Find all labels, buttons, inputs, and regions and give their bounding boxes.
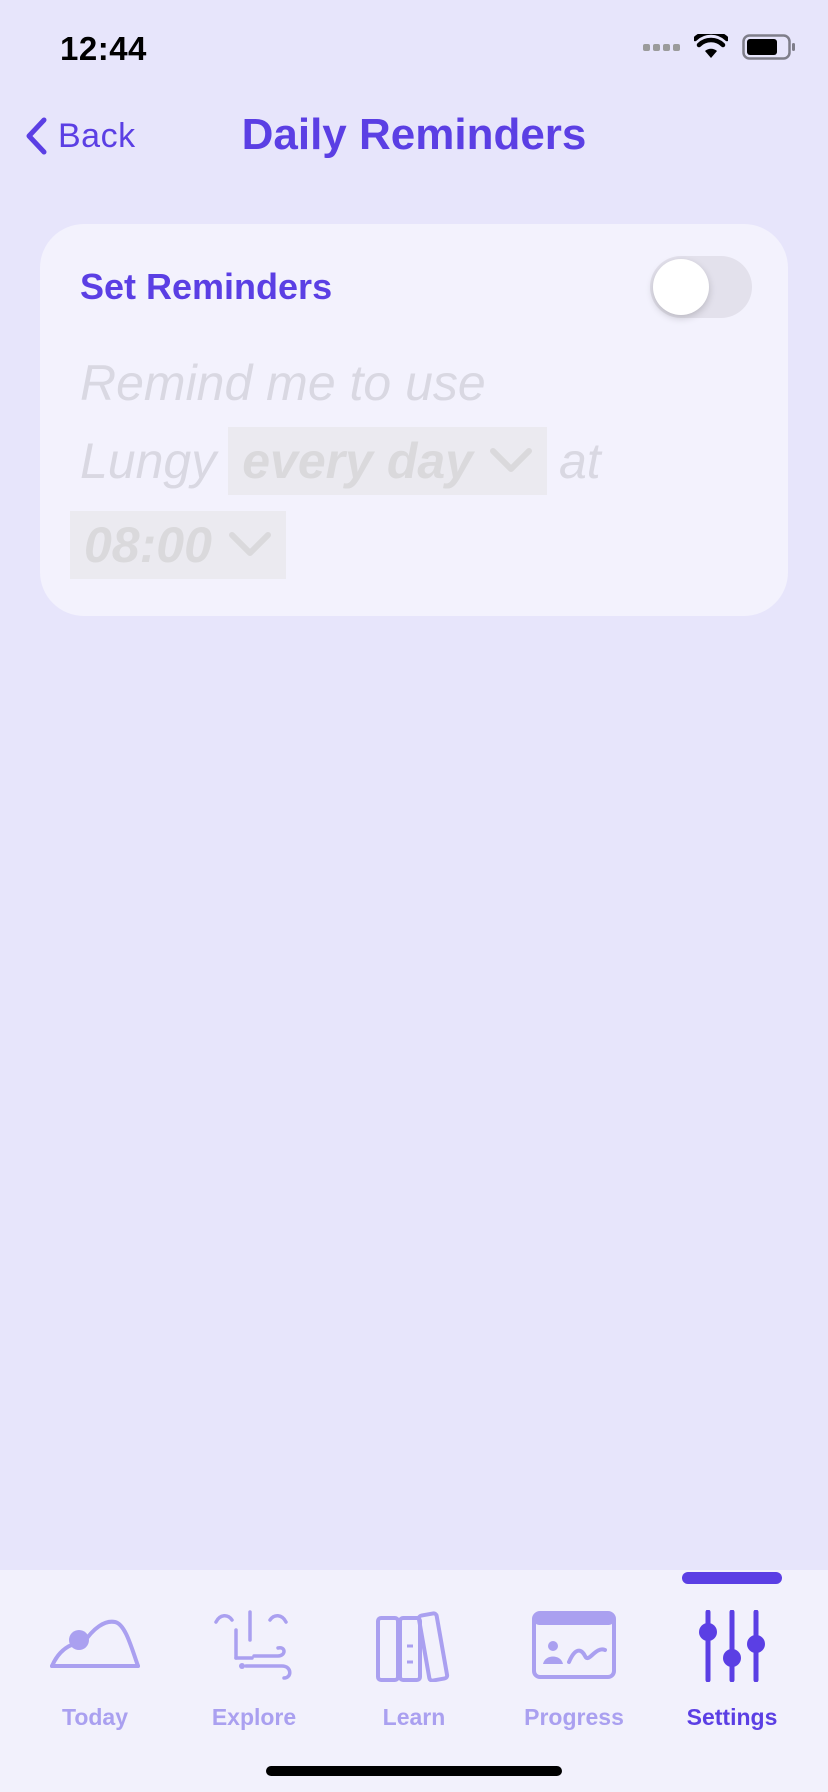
tab-progress-label: Progress [524, 1704, 624, 1730]
tab-learn[interactable]: Learn [334, 1610, 494, 1740]
frequency-value: every day [242, 433, 473, 489]
reminders-toggle[interactable] [650, 256, 752, 318]
tab-explore[interactable]: Explore [174, 1610, 334, 1740]
wifi-icon [694, 34, 728, 58]
tab-settings[interactable]: Settings [652, 1610, 812, 1740]
tab-explore-label: Explore [211, 1704, 297, 1730]
tab-progress[interactable]: Progress [494, 1610, 654, 1740]
set-reminders-label: Set Reminders [80, 266, 333, 307]
books-icon [376, 1611, 450, 1682]
today-icon [50, 1619, 140, 1668]
time-dropdown[interactable]: 08:00 [70, 511, 286, 579]
tab-today-label: Today [61, 1704, 129, 1730]
reminder-intro-text: Remind me to use [80, 355, 486, 411]
frequency-dropdown[interactable]: every day [228, 427, 547, 495]
explore-icon [214, 1610, 292, 1680]
cellular-signal-icon [643, 43, 680, 51]
tab-bar: Today Explore Learn Progress Settings [0, 1570, 828, 1792]
tab-today[interactable]: Today [15, 1610, 175, 1740]
active-tab-indicator [682, 1572, 782, 1584]
reminder-line-3: 08:00 [70, 508, 286, 582]
tab-learn-label: Learn [382, 1704, 446, 1730]
home-indicator[interactable] [266, 1766, 562, 1776]
status-time: 12:44 [60, 30, 147, 67]
sliders-icon [699, 1610, 765, 1682]
chevron-down-icon [228, 532, 271, 556]
app-name-text: Lungy [80, 433, 217, 489]
chevron-down-icon [489, 448, 532, 472]
progress-icon [532, 1611, 616, 1679]
page-title: Daily Reminders [241, 110, 587, 159]
reminder-line-1: Remind me to use [80, 348, 486, 418]
status-icons [643, 34, 796, 60]
time-value: 08:00 [84, 517, 212, 573]
status-bar: 12:44 [0, 0, 828, 100]
toggle-knob [653, 259, 709, 315]
at-text: at [558, 433, 601, 489]
reminder-line-2: Lungy every day at [80, 418, 601, 504]
reminders-card: Set Reminders Remind me to use Lungy eve… [40, 224, 788, 616]
battery-icon [742, 34, 795, 60]
tab-settings-label: Settings [686, 1704, 778, 1730]
navigation-bar: Back Daily Reminders [0, 100, 828, 180]
